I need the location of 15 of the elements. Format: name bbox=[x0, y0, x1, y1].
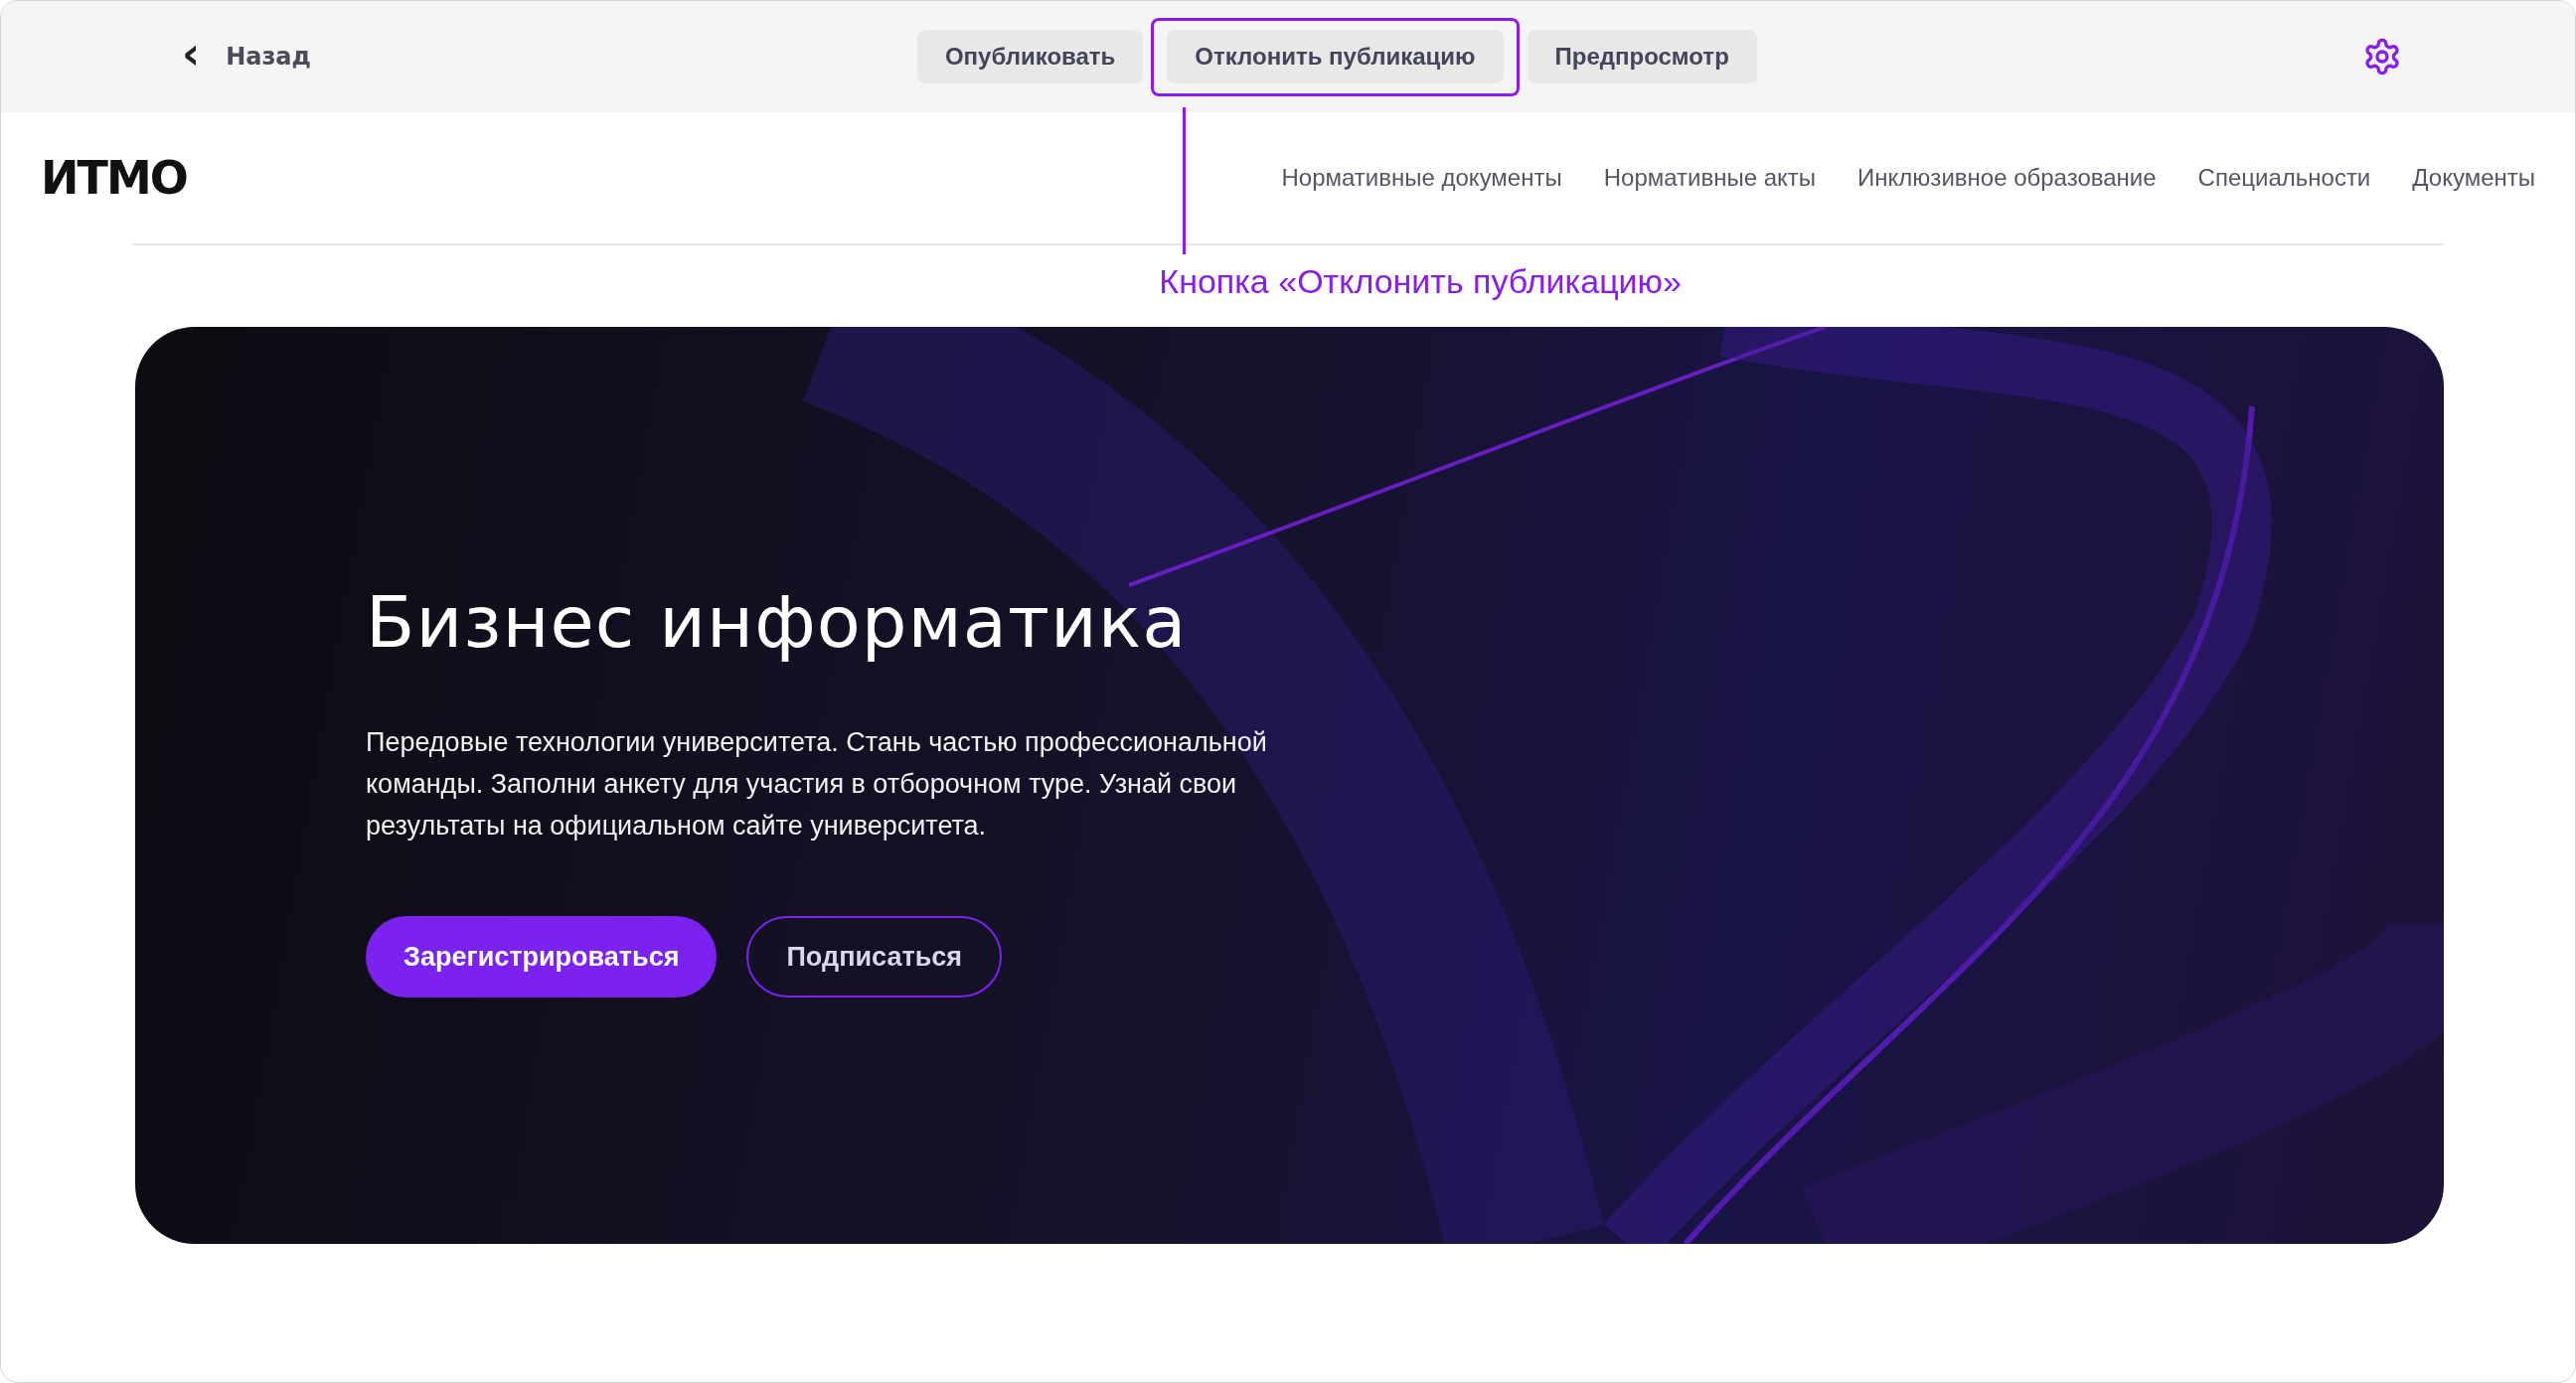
register-button[interactable]: Зарегистрироваться bbox=[366, 916, 718, 998]
subscribe-button[interactable]: Подписаться bbox=[746, 916, 1002, 998]
nav-link[interactable]: Нормативные документы bbox=[1281, 164, 1562, 192]
toolbar-button[interactable]: Отклонить публикацию bbox=[1167, 30, 1504, 83]
logo: ИTMO bbox=[41, 151, 187, 205]
hero-description: Передовые технологии университета. Стань частью профессиональной команды. Заполни анкету для участия в отборочном туре. Узнай свои результаты на официальном сайте университета. bbox=[366, 726, 1268, 843]
nav-link[interactable]: Документы bbox=[2412, 164, 2535, 192]
toolbar-button[interactable]: Предпросмотр bbox=[1527, 30, 1757, 83]
toolbar-button[interactable]: Опубликовать bbox=[916, 30, 1144, 83]
hero-title: Бизнес информатика bbox=[366, 580, 1189, 664]
callout-label: Кнопка «Отклонить публикацию» bbox=[1159, 262, 1682, 301]
settings-icon[interactable] bbox=[2362, 37, 2402, 77]
nav-link[interactable]: Инклюзивное образование bbox=[1857, 164, 2157, 192]
nav-link[interactable]: Нормативные акты bbox=[1603, 164, 1817, 192]
nav-link[interactable]: Специальности bbox=[2197, 164, 2371, 192]
